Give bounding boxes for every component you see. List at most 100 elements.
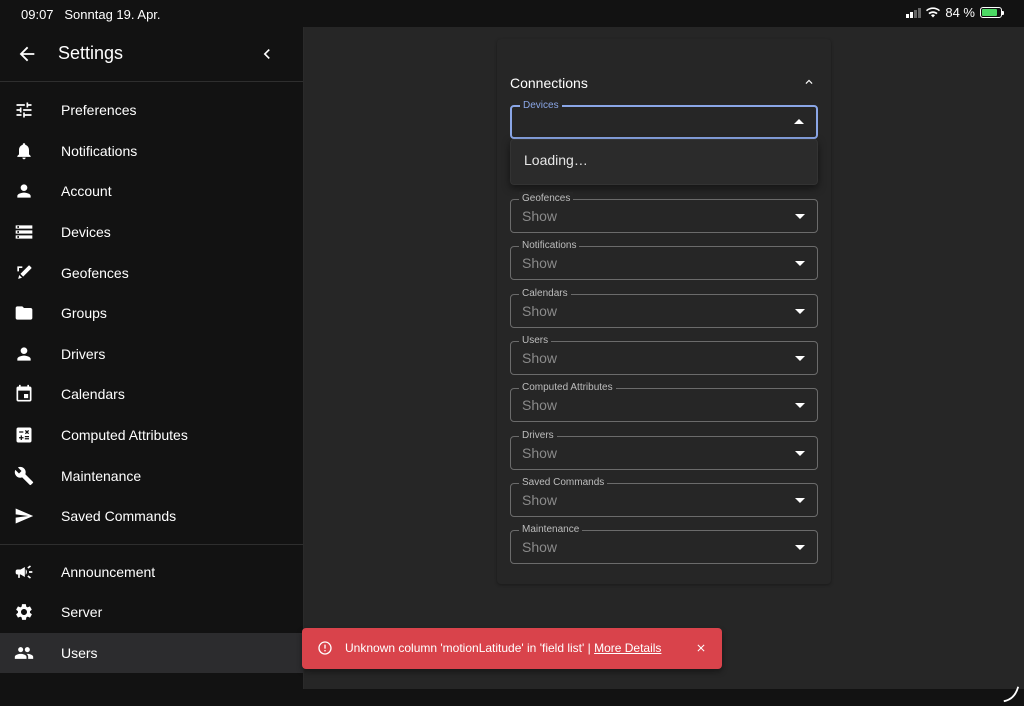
settings-nav: Preferences Notifications Account Device…: [0, 82, 303, 545]
field-label: Drivers: [519, 429, 557, 443]
bottom-strip: [0, 689, 1024, 706]
sidebar-item-label: Notifications: [61, 142, 138, 159]
geofences-select[interactable]: Geofences Show: [510, 192, 818, 233]
sidebar-item-notifications[interactable]: Notifications: [0, 131, 303, 172]
field-label: Users: [519, 334, 552, 348]
sidebar-item-label: Server: [61, 604, 103, 621]
draw-icon: [17, 265, 32, 279]
calendar-icon: [16, 385, 32, 402]
wifi-icon: [926, 7, 941, 18]
gear-icon: [16, 604, 32, 621]
folder-icon: [15, 306, 33, 320]
notifications-select[interactable]: Notifications Show: [510, 239, 818, 280]
field-value: Show: [522, 255, 558, 271]
sidebar-item-account[interactable]: Account: [0, 171, 303, 212]
sidebar-item-maintenance[interactable]: Maintenance: [0, 455, 303, 496]
caret-down-icon[interactable]: [795, 451, 805, 456]
battery-percent: 84 %: [945, 5, 975, 20]
connections-title[interactable]: Connections: [510, 75, 588, 91]
sidebar-item-label: Users: [61, 645, 98, 662]
saved-commands-select[interactable]: Saved Commands Show: [510, 476, 818, 517]
status-indicators: 84 %: [906, 5, 1004, 20]
sidebar-item-calendars[interactable]: Calendars: [0, 374, 303, 415]
sidebar-item-announcement[interactable]: Announcement: [0, 552, 303, 593]
users-select[interactable]: Users Show: [510, 334, 818, 375]
sidebar-item-preferences[interactable]: Preferences: [0, 90, 303, 131]
person-icon: [17, 347, 31, 361]
field-label: Geofences: [519, 192, 574, 206]
caret-up-icon[interactable]: [794, 119, 804, 124]
sidebar-item-server[interactable]: Server: [0, 592, 303, 633]
field-label: Computed Attributes: [519, 381, 616, 395]
sidebar-item-label: Calendars: [61, 386, 125, 403]
sidebar-item-devices[interactable]: Devices: [0, 212, 303, 253]
sidebar-item-label: Announcement: [61, 563, 156, 580]
error-outline-icon: [318, 641, 332, 655]
sidebar-item-label: Drivers: [61, 345, 106, 362]
sidebar-item-label: Geofences: [61, 264, 129, 281]
sidebar-item-saved-commands[interactable]: Saved Commands: [0, 496, 303, 537]
sidebar-title: Settings: [58, 43, 124, 63]
sidebar-item-geofences[interactable]: Geofences: [0, 252, 303, 293]
caret-down-icon[interactable]: [795, 356, 805, 361]
field-value: Show: [522, 397, 558, 413]
sidebar-item-users[interactable]: Users: [0, 632, 303, 674]
people-icon: [14, 647, 34, 659]
chevron-left-icon[interactable]: [257, 44, 277, 64]
snackbar-message: Unknown column 'motionLatitude' in 'fiel…: [345, 641, 661, 655]
sidebar-item-label: Preferences: [61, 102, 137, 119]
field-value: Show: [522, 445, 558, 461]
caret-down-icon[interactable]: [795, 545, 805, 550]
chevron-up-icon[interactable]: [802, 75, 816, 89]
field-value: Show: [522, 539, 558, 555]
drivers-select[interactable]: Drivers Show: [510, 429, 818, 470]
error-text: Unknown column 'motionLatitude' in 'fiel…: [345, 641, 595, 655]
sidebar-item-label: Saved Commands: [61, 508, 177, 525]
close-icon[interactable]: [695, 642, 707, 654]
sidebar-item-label: Maintenance: [61, 467, 142, 484]
sidebar-item-label: Computed Attributes: [61, 427, 188, 444]
error-snackbar: Unknown column 'motionLatitude' in 'fiel…: [302, 628, 722, 669]
devices-select[interactable]: Devices: [510, 99, 818, 139]
main-content: Connections Devices Loading… Geofences S…: [304, 27, 1024, 689]
computed-attributes-select[interactable]: Computed Attributes Show: [510, 381, 818, 422]
bell-icon: [17, 142, 31, 160]
storage-icon: [15, 225, 33, 239]
caret-down-icon[interactable]: [795, 214, 805, 219]
sidebar-item-groups[interactable]: Groups: [0, 293, 303, 334]
field-label: Calendars: [519, 287, 571, 301]
caret-down-icon[interactable]: [795, 261, 805, 266]
field-label: Maintenance: [519, 523, 583, 537]
sidebar-item-computed-attributes[interactable]: Computed Attributes: [0, 415, 303, 456]
sidebar-header: Settings: [0, 27, 303, 82]
maintenance-select[interactable]: Maintenance Show: [510, 523, 818, 564]
admin-nav: Announcement Server Users: [0, 545, 303, 674]
battery-icon: [980, 7, 1004, 18]
field-value: Show: [522, 303, 558, 319]
loading-text: Loading…: [524, 152, 588, 168]
settings-sidebar: Settings Preferences Notifications Accou…: [0, 27, 304, 689]
corner-resize-icon: [1003, 686, 1020, 703]
campaign-icon: [15, 565, 33, 579]
caret-down-icon[interactable]: [795, 309, 805, 314]
connections-accordion: Connections Devices Loading… Geofences S…: [497, 39, 831, 584]
wrench-icon: [14, 466, 34, 485]
more-details-link[interactable]: More Details: [594, 641, 661, 655]
arrow-back-icon[interactable]: [16, 43, 38, 65]
field-value: Show: [522, 492, 558, 508]
field-label: Saved Commands: [519, 476, 608, 490]
calculate-icon: [16, 427, 32, 443]
sidebar-item-drivers[interactable]: Drivers: [0, 334, 303, 375]
person-icon: [17, 184, 31, 199]
cellular-signal-icon: [906, 7, 922, 18]
field-value: Show: [522, 208, 558, 224]
sidebar-item-label: Account: [61, 183, 112, 200]
devices-label: Devices: [520, 99, 562, 113]
field-value: Show: [522, 350, 558, 366]
sidebar-item-label: Groups: [61, 305, 107, 322]
calendars-select[interactable]: Calendars Show: [510, 287, 818, 328]
caret-down-icon[interactable]: [795, 403, 805, 408]
caret-down-icon[interactable]: [795, 498, 805, 503]
devices-dropdown: Loading…: [510, 139, 818, 185]
field-label: Notifications: [519, 239, 580, 253]
